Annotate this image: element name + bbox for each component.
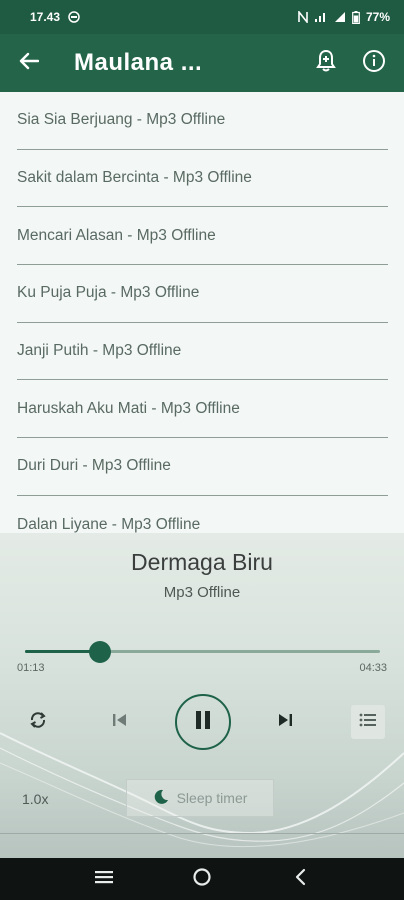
repeat-button[interactable] [22,706,54,738]
song-item[interactable]: Mencari Alasan - Mp3 Offline [17,207,388,266]
app-bar: Maulana ... [0,34,404,92]
nfc-icon [298,11,308,23]
info-icon [362,49,386,78]
back-icon [293,868,307,891]
song-item[interactable]: Janji Putih - Mp3 Offline [17,323,388,381]
sleep-timer-button[interactable]: Sleep timer [126,779,274,817]
status-bar: 17.43 77% [0,0,404,34]
song-label: Ku Puja Puja - Mp3 Offline [17,284,200,302]
skip-next-icon [276,712,294,733]
recent-apps-icon [94,869,114,890]
notification-bell-icon [315,49,337,78]
vpn-icon [68,11,80,23]
notification-button[interactable] [304,41,348,85]
moon-icon [153,789,169,808]
total-time: 04:33 [359,662,387,674]
status-time: 17.43 [30,10,61,24]
info-button[interactable] [352,41,396,85]
song-item[interactable]: Duri Duri - Mp3 Offline [17,438,388,496]
playback-speed[interactable]: 1.0x [22,791,48,807]
song-label: Sakit dalam Bercinta - Mp3 Offline [17,169,252,187]
song-label: Haruskah Aku Mati - Mp3 Offline [17,399,240,417]
player-panel: Dermaga Biru Mp3 Offline 01:13 04:33 1.0… [0,533,404,858]
nav-back-button[interactable] [280,859,320,899]
previous-button[interactable] [104,706,136,738]
song-label: Janji Putih - Mp3 Offline [17,342,182,360]
divider [0,833,404,834]
song-item[interactable]: Haruskah Aku Mati - Mp3 Offline [17,380,388,439]
playlist-button[interactable] [351,705,385,739]
back-button[interactable] [0,34,58,92]
recent-apps-button[interactable] [84,859,124,899]
home-icon [192,867,212,892]
progress-track[interactable] [25,650,380,653]
system-nav-bar [0,858,404,900]
progress-thumb[interactable] [88,641,111,663]
sleep-timer-label: Sleep timer [176,790,248,806]
song-label: Duri Duri - Mp3 Offline [17,457,171,475]
song-list: Sia Sia Berjuang - Mp3 Offline Sakit dal… [0,92,404,542]
arrow-left-icon [19,52,40,75]
current-time: 01:13 [17,662,45,674]
skip-previous-icon [111,712,129,733]
song-item[interactable]: Ku Puja Puja - Mp3 Offline [17,265,388,323]
list-icon [358,712,378,733]
pause-icon [193,709,213,736]
song-item[interactable]: Sia Sia Berjuang - Mp3 Offline [17,92,388,150]
home-button[interactable] [182,859,222,899]
song-label: Sia Sia Berjuang - Mp3 Offline [17,111,226,129]
repeat-icon [28,710,48,735]
wifi-signal-icon [314,11,328,23]
battery-icon [352,10,360,24]
now-playing-subtitle: Mp3 Offline [163,584,241,601]
song-label: Mencari Alasan - Mp3 Offline [17,226,216,244]
now-playing-title: Dermaga Biru [131,549,273,575]
play-pause-button[interactable] [175,694,231,750]
battery-percent: 77% [365,10,390,24]
cell-signal-icon [334,11,346,23]
song-label: Dalan Liyane - Mp3 Offline [17,515,201,533]
next-button[interactable] [269,706,301,738]
song-item[interactable]: Sakit dalam Bercinta - Mp3 Offline [17,150,388,208]
page-title: Maulana ... [74,49,203,76]
